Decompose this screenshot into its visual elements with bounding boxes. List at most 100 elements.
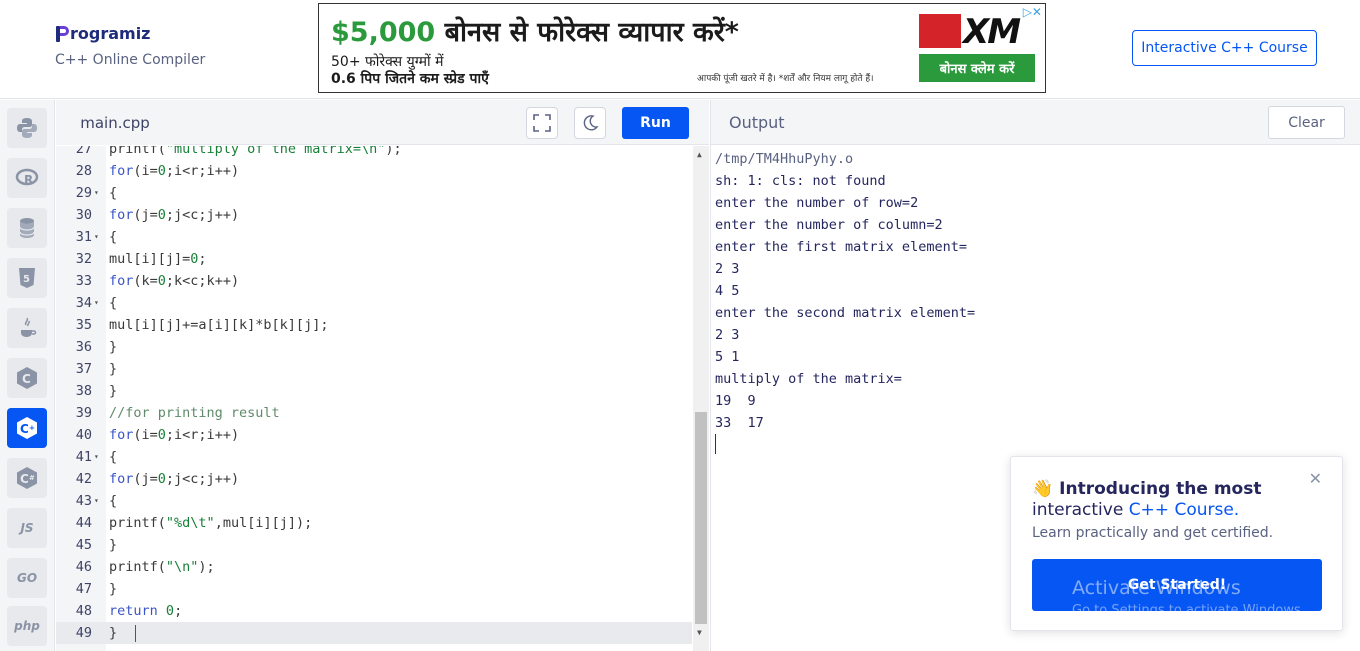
code-text: mul[i][j]=0; xyxy=(109,251,207,267)
line-number: 32 xyxy=(75,251,92,267)
code-line[interactable]: 34 ▾ { xyxy=(56,292,692,314)
svg-text:R: R xyxy=(24,173,33,187)
popup-title-line2: interactive C++ Course. xyxy=(1032,500,1239,520)
svg-text:C: C xyxy=(20,422,29,436)
r-icon: R xyxy=(15,168,39,187)
ad-cta-button[interactable]: बोनस क्लेम करें xyxy=(919,54,1035,82)
sidebar-item-java[interactable] xyxy=(7,308,47,348)
code-line[interactable]: 30 for(j=0;j<c;j++) xyxy=(56,204,692,226)
line-number: 41 xyxy=(75,449,92,465)
c-icon: C xyxy=(17,367,37,389)
output-title: Output xyxy=(729,113,785,132)
code-line[interactable]: 33 for(k=0;k<c;k++) xyxy=(56,270,692,292)
programiz-logo[interactable]: rogramiz C++ Online Compiler xyxy=(55,24,205,68)
code-line[interactable]: 37} xyxy=(56,358,692,380)
code-text: } xyxy=(109,339,118,355)
html5-icon: 5 xyxy=(19,268,35,288)
code-line[interactable]: 49} xyxy=(56,622,692,644)
fold-arrow-icon[interactable]: ▾ xyxy=(94,182,99,204)
code-line[interactable]: 45} xyxy=(56,534,692,556)
sidebar-item-python[interactable] xyxy=(7,108,47,148)
popup-title-prefix: interactive xyxy=(1032,500,1129,520)
code-line[interactable]: 39 //for printing result xyxy=(56,402,692,424)
go-icon: GO xyxy=(16,571,38,585)
output-line: 2 3 xyxy=(715,261,740,277)
sidebar-item-html[interactable]: 5 xyxy=(7,258,47,298)
output-line: 5 1 xyxy=(715,349,740,365)
programiz-logo-icon xyxy=(55,25,69,43)
course-promo-popup: ✕ 👋 Introducing the most interactive C++… xyxy=(1010,456,1343,631)
python-icon xyxy=(17,118,37,138)
code-line[interactable]: 40 for(i=0;i<r;i++) xyxy=(56,424,692,446)
fold-arrow-icon[interactable]: ▾ xyxy=(94,292,99,314)
xm-logo: XM xyxy=(919,12,1035,52)
line-number: 34 xyxy=(75,295,92,311)
editor-toolbar: main.cpp Run xyxy=(56,100,709,145)
fold-arrow-icon[interactable]: ▾ xyxy=(94,226,99,248)
code-line[interactable]: 27 printf("multiply of the matrix=\n"); xyxy=(56,146,692,160)
file-tab[interactable]: main.cpp xyxy=(56,100,174,145)
code-line[interactable]: 28 for(i=0;i<r;i++) xyxy=(56,160,692,182)
xm-logo-icon xyxy=(919,14,961,48)
editor-scrollbar[interactable]: ▲ ▼ xyxy=(693,146,709,651)
sidebar-item-r[interactable]: R xyxy=(7,158,47,198)
output-line: enter the number of row=2 xyxy=(715,195,919,211)
code-line[interactable]: 38} xyxy=(56,380,692,402)
code-line[interactable]: 36} xyxy=(56,336,692,358)
code-line[interactable]: 47} xyxy=(56,578,692,600)
sidebar-item-js[interactable]: JS xyxy=(7,508,47,548)
clear-button[interactable]: Clear xyxy=(1268,106,1345,139)
code-editor[interactable]: 27 printf("multiply of the matrix=\n"); 28… xyxy=(56,146,709,651)
fullscreen-button[interactable] xyxy=(526,107,558,139)
editor-panel: main.cpp Run 27 printf("multiply of the m… xyxy=(56,100,709,651)
code-text: for(j=0;j<c;j++) xyxy=(109,471,240,487)
code-line[interactable]: 31 ▾ { xyxy=(56,226,692,248)
csharp-icon: C # xyxy=(17,467,37,489)
sidebar-item-go[interactable]: GO xyxy=(7,558,47,598)
output-line: multiply of the matrix= xyxy=(715,371,902,387)
xm-logo-text: XM xyxy=(963,12,1021,52)
popup-subtitle: Learn practically and get certified. xyxy=(1032,525,1274,541)
code-line[interactable]: 46 printf("\n"); xyxy=(56,556,692,578)
ad-headline-rest: बोनस से फोरेक्स व्यापार करें* xyxy=(435,17,739,48)
ad-choices-icon[interactable]: ▷✕ xyxy=(1023,5,1042,19)
code-text: for(i=0;i<r;i++) xyxy=(109,427,240,443)
js-icon: JS xyxy=(20,521,34,535)
run-button[interactable]: Run xyxy=(622,107,689,139)
sidebar-item-sql[interactable] xyxy=(7,208,47,248)
sidebar-item-csharp[interactable]: C # xyxy=(7,458,47,498)
code-line[interactable]: 42 for(j=0;j<c;j++) xyxy=(56,468,692,490)
code-line[interactable]: 41 ▾ { xyxy=(56,446,692,468)
editor-scroll-thumb[interactable] xyxy=(695,412,707,624)
code-text: } xyxy=(109,383,118,399)
output-line: /tmp/TM4HhuPyhy.o xyxy=(715,151,854,167)
code-text: for(k=0;k<c;k++) xyxy=(109,273,240,289)
get-started-button[interactable]: Get Started! xyxy=(1032,559,1322,611)
fullscreen-icon xyxy=(533,114,551,132)
fold-arrow-icon[interactable]: ▾ xyxy=(94,490,99,512)
output-line: 33 17 xyxy=(715,415,764,431)
scroll-up-icon[interactable]: ▲ xyxy=(697,150,702,159)
code-line[interactable]: 35 mul[i][j]+=a[i][k]*b[k][j]; xyxy=(56,314,692,336)
interactive-course-button[interactable]: Interactive C++ Course xyxy=(1132,30,1317,66)
sidebar-item-cpp[interactable]: C + xyxy=(7,408,47,448)
sidebar-item-c[interactable]: C xyxy=(7,358,47,398)
line-number: 36 xyxy=(75,339,92,355)
code-text: printf("multiply of the matrix=\n"); xyxy=(109,146,402,157)
code-line[interactable]: 29 ▾ { xyxy=(56,182,692,204)
code-line[interactable]: 48 return 0; xyxy=(56,600,692,622)
sidebar-item-php[interactable]: php xyxy=(7,606,47,646)
code-line[interactable]: 32 mul[i][j]=0; xyxy=(56,248,692,270)
svg-text:C: C xyxy=(22,372,31,386)
ad-disclaimer: आपकी पूंजी खतरे में है। *शर्तें और नियम … xyxy=(697,74,874,84)
moon-icon xyxy=(583,115,599,131)
scroll-down-icon[interactable]: ▼ xyxy=(697,628,702,637)
code-line[interactable]: 44 printf("%d\t",mul[i][j]); xyxy=(56,512,692,534)
code-text: printf("%d\t",mul[i][j]); xyxy=(109,515,313,531)
php-icon: php xyxy=(14,619,40,633)
advertisement-banner[interactable]: $5,000 बोनस से फोरेक्स व्यापार करें* 50+… xyxy=(318,3,1046,93)
fold-arrow-icon[interactable]: ▾ xyxy=(94,446,99,468)
code-line[interactable]: 43 ▾ { xyxy=(56,490,692,512)
dark-mode-button[interactable] xyxy=(574,107,606,139)
close-icon[interactable]: ✕ xyxy=(1309,469,1322,488)
